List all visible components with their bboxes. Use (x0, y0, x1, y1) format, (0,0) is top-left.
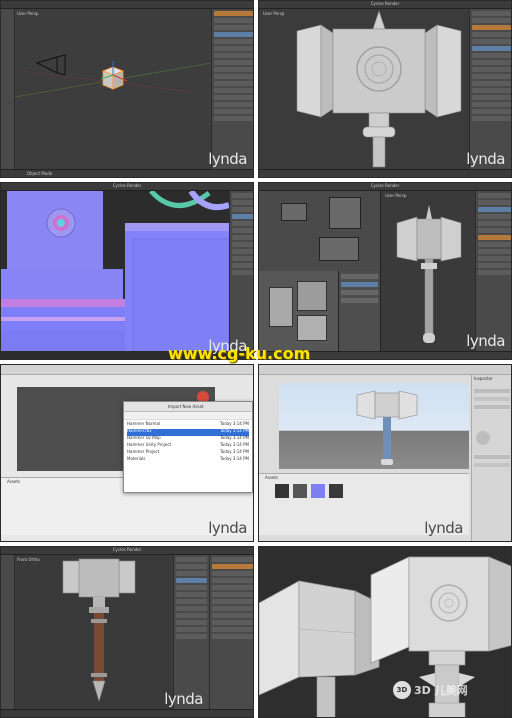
properties-panel[interactable] (229, 191, 253, 351)
lynda-watermark: lynda (466, 332, 505, 350)
viewport-label: Front Ortho (17, 557, 40, 562)
logo-text: 3D 儿美网 (414, 684, 468, 697)
panel-blender-scene: User Persp Object Mode lynda (0, 0, 254, 178)
top-bar: Cycles Render (259, 183, 511, 191)
dialog-toolbar[interactable] (124, 412, 252, 420)
top-bar: Cycles Render (1, 183, 253, 191)
dialog-titlebar: Import New Asset (124, 402, 252, 412)
lynda-watermark: lynda (466, 150, 505, 168)
panel-front-ortho: Cycles Render Front Ortho lynda (0, 546, 254, 718)
hammer-model[interactable] (59, 555, 139, 711)
panel-node-editor: Cycles Render User Persp lynda (258, 182, 512, 360)
tool-shelf[interactable] (1, 555, 15, 709)
logo-emblem: 3D (393, 681, 411, 699)
node-box[interactable] (329, 197, 361, 229)
hammer-head-model[interactable] (279, 7, 479, 177)
properties-panel[interactable] (173, 555, 209, 709)
file-name: Materials (127, 456, 146, 461)
timeline-bar[interactable] (1, 709, 253, 717)
asset-thumb[interactable] (311, 484, 325, 498)
header-title: Cycles Render (112, 183, 142, 188)
dialog-title: Import New Asset (168, 404, 204, 409)
cube-object[interactable] (97, 61, 131, 95)
panel-hammer-front: Cycles Render User Persp lynda (258, 0, 512, 178)
asset-thumb[interactable] (293, 484, 307, 498)
lynda-watermark: lynda (424, 519, 463, 537)
uv-editor-area[interactable] (259, 271, 339, 353)
node-box[interactable] (319, 237, 359, 261)
normal-map-view[interactable] (1, 191, 229, 351)
panel-unity-import: Assets Import New Asset Hammer Normal To… (0, 364, 254, 542)
mode-label[interactable]: Object Mode (27, 172, 52, 176)
header-title: Cycles Render (370, 1, 400, 6)
viewport-label: User Persp (385, 193, 407, 198)
header-title: Cycles Render (370, 183, 400, 188)
corner-logo: 3D 3D 儿美网 (393, 681, 468, 699)
properties-panel[interactable] (469, 9, 511, 169)
timeline-bar[interactable]: Object Mode (1, 169, 253, 177)
panel-unity-scene: Assets Inspector lynda (258, 364, 512, 542)
lynda-watermark: lynda (208, 519, 247, 537)
lynda-watermark: lynda (164, 690, 203, 708)
material-preview (476, 431, 490, 445)
hammer-model[interactable] (353, 385, 423, 471)
hammer-model[interactable] (383, 205, 475, 355)
inspector-panel[interactable]: Inspector (471, 375, 511, 541)
file-list[interactable]: Hammer Normal Today 3:14 PM Hammer.fbx T… (124, 420, 252, 466)
panel-normal-map: Cycles Render lynda (0, 182, 254, 360)
asset-thumb[interactable] (275, 484, 289, 498)
hammer-closeup (259, 556, 511, 717)
node-box[interactable] (281, 203, 307, 221)
camera-icon[interactable] (35, 53, 75, 77)
header-title: Cycles Render (112, 547, 142, 552)
panel-closeup-render: 3D 3D 儿美网 (258, 546, 512, 718)
assets-tab[interactable]: Assets (265, 476, 278, 480)
properties-panel[interactable] (475, 191, 511, 351)
logo-emblem-text: 3D (396, 686, 408, 694)
assets-tab[interactable]: Assets (7, 480, 20, 484)
node-editor-area[interactable] (259, 191, 381, 271)
tool-props[interactable] (339, 271, 381, 353)
import-dialog[interactable]: Import New Asset Hammer Normal Today 3:1… (123, 401, 253, 493)
file-meta: Today 3:14 PM (220, 456, 249, 461)
outliner-panel[interactable] (209, 555, 253, 709)
inspector-title: Inspector (474, 376, 493, 381)
file-row[interactable]: Materials Today 3:14 PM (127, 457, 249, 464)
unity-toolbar[interactable] (1, 365, 253, 375)
unity-toolbar[interactable] (259, 365, 511, 375)
lynda-watermark: lynda (208, 150, 247, 168)
site-watermark: www.cg-ku.com (168, 344, 311, 363)
timeline-bar[interactable] (259, 169, 511, 177)
properties-panel[interactable] (211, 9, 253, 169)
asset-thumb[interactable] (329, 484, 343, 498)
top-bar: Cycles Render (1, 547, 253, 555)
